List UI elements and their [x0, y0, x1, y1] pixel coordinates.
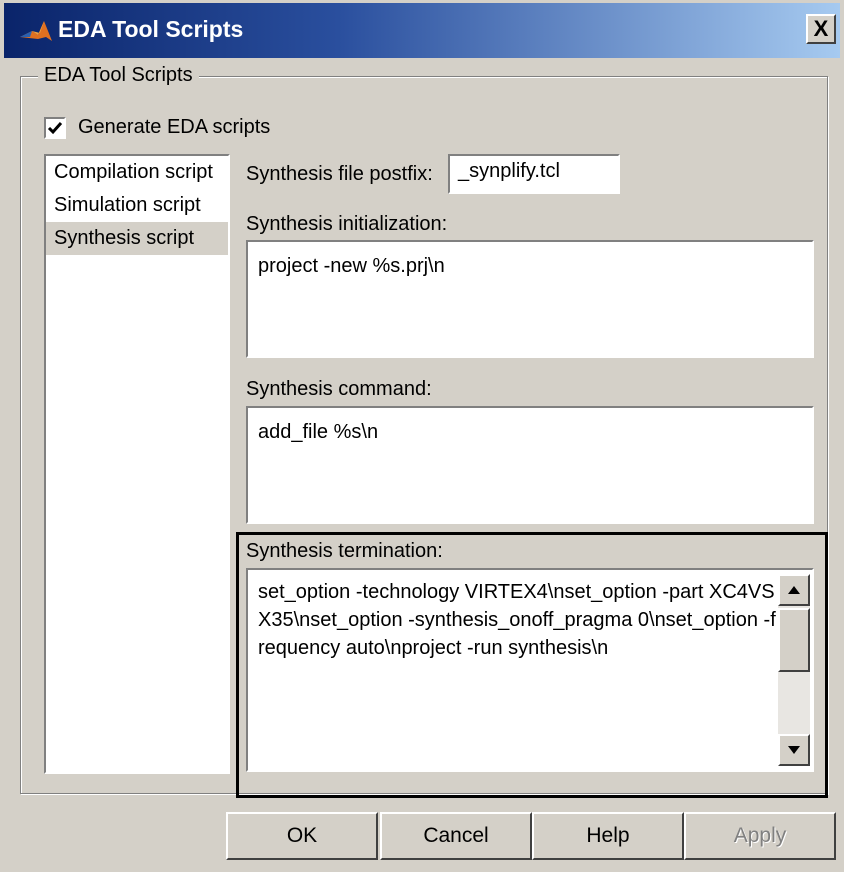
generate-scripts-label: Generate EDA scripts [78, 116, 271, 138]
command-textarea[interactable]: add_file %s\n [246, 406, 814, 524]
postfix-input[interactable]: _synplify.tcl [448, 154, 620, 194]
list-item-synthesis-script[interactable]: Synthesis script [46, 222, 228, 255]
dialog-window: EDA Tool Scripts X EDA Tool Scripts Gene… [0, 0, 844, 872]
title-bar[interactable]: EDA Tool Scripts X [4, 3, 840, 58]
termination-scrollbar[interactable] [778, 574, 810, 766]
window-title: EDA Tool Scripts [58, 16, 244, 42]
command-label: Synthesis command: [246, 378, 432, 400]
check-mark-icon [47, 121, 63, 134]
scroll-down-button[interactable] [778, 734, 810, 766]
group-legend: EDA Tool Scripts [38, 64, 199, 87]
postfix-label: Synthesis file postfix: [246, 163, 433, 185]
arrow-up-icon [788, 586, 800, 594]
arrow-down-icon [788, 746, 800, 754]
init-textarea[interactable]: project -new %s.prj\n [246, 240, 814, 358]
list-item-simulation-script[interactable]: Simulation script [46, 189, 228, 222]
init-label: Synthesis initialization: [246, 213, 448, 235]
scroll-up-button[interactable] [778, 574, 810, 606]
help-button[interactable]: Help [532, 812, 684, 860]
termination-label: Synthesis termination: [246, 540, 443, 562]
apply-button[interactable]: Apply [684, 812, 836, 860]
termination-textarea[interactable]: set_option -technology VIRTEX4\nset_opti… [246, 568, 814, 772]
termination-text: set_option -technology VIRTEX4\nset_opti… [258, 581, 776, 659]
script-type-list[interactable]: Compilation script Simulation script Syn… [44, 154, 230, 774]
ok-button[interactable]: OK [226, 812, 378, 860]
matlab-logo-icon [18, 15, 58, 47]
close-button[interactable]: X [806, 14, 836, 44]
checkbox-box[interactable] [44, 116, 66, 139]
close-icon: X [813, 16, 829, 41]
scroll-thumb[interactable] [778, 608, 810, 672]
list-item-compilation-script[interactable]: Compilation script [46, 156, 228, 189]
generate-scripts-checkbox[interactable]: Generate EDA scripts [44, 116, 270, 139]
cancel-button[interactable]: Cancel [380, 812, 532, 860]
